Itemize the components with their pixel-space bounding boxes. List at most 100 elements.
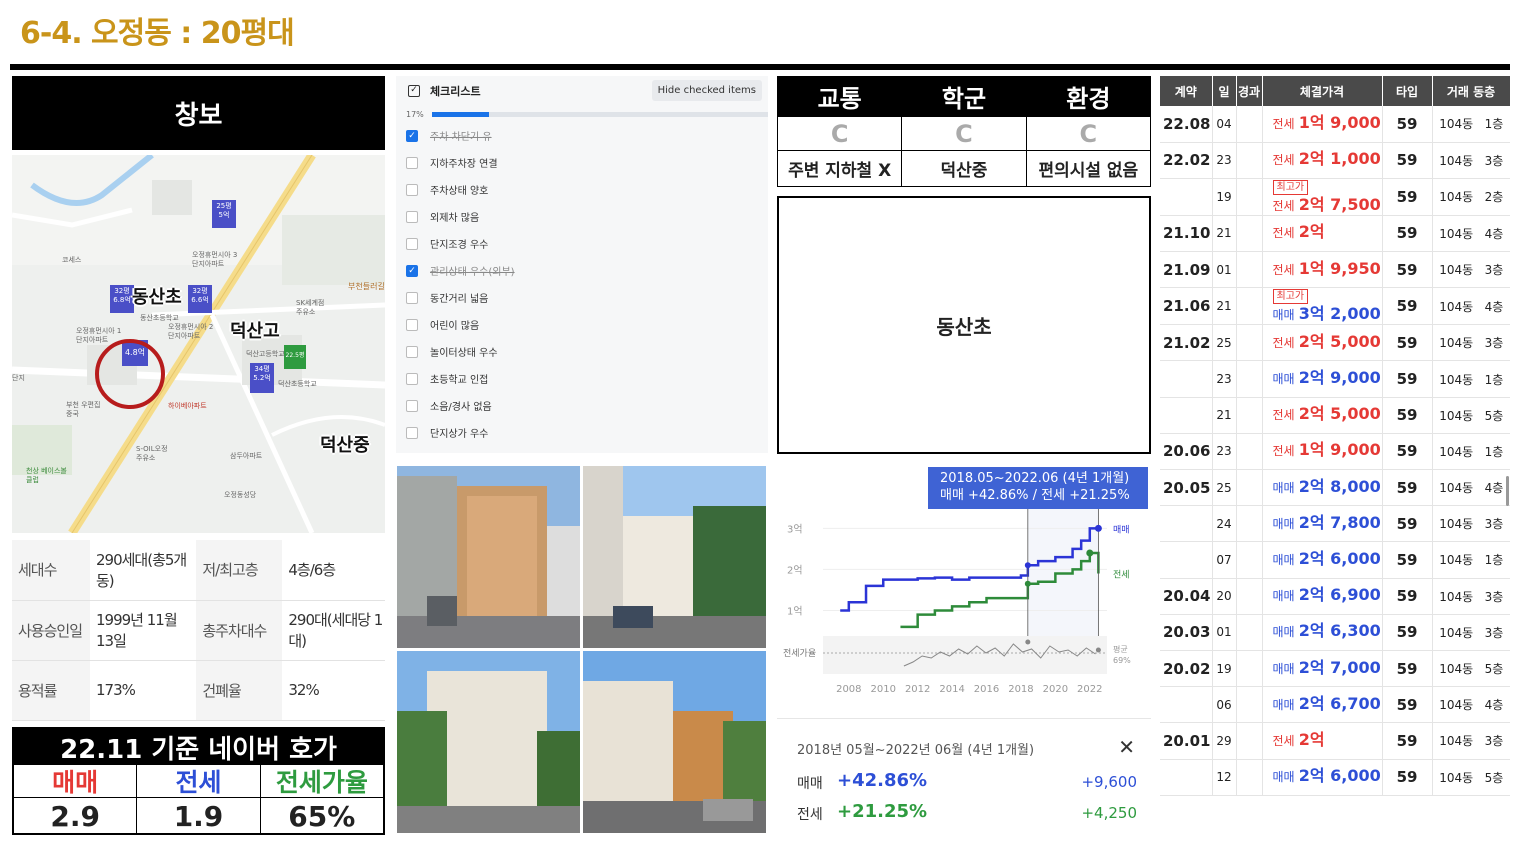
hide-checked-button[interactable]: Hide checked items bbox=[651, 80, 762, 101]
contract-month bbox=[1160, 686, 1212, 724]
transaction-row[interactable]: 21.06 21 최고가 매매 3억 2,000 59 104동 4층 bbox=[1160, 287, 1510, 326]
elapsed-cell bbox=[1235, 578, 1263, 615]
transaction-row[interactable]: 06 매매 2억 6,700 59 104동 4층 bbox=[1160, 686, 1510, 724]
unit-type: 59 bbox=[1381, 505, 1432, 543]
transaction-row[interactable]: 21.02 25 전세 2억 5,000 59 104동 3층 bbox=[1160, 324, 1510, 362]
deal-price: 2억 9,000 bbox=[1298, 368, 1381, 388]
checked-checkbox[interactable]: ✓ bbox=[406, 129, 418, 142]
contract-month bbox=[1160, 541, 1212, 579]
checklist-item[interactable]: ✓ 관리상태 우수(외부) bbox=[396, 257, 768, 284]
dong-floor: 104동 3층 bbox=[1431, 251, 1510, 289]
checkbox[interactable] bbox=[406, 318, 418, 331]
transaction-row[interactable]: 20.04 20 매매 2억 6,900 59 104동 3층 bbox=[1160, 578, 1510, 615]
transaction-row[interactable]: 20.01 29 전세 2억 59 104동 3층 bbox=[1160, 722, 1510, 760]
map-place-label: 덕산고등학교 bbox=[246, 350, 285, 358]
checklist-item[interactable]: 초등학교 인접 bbox=[396, 365, 768, 392]
transaction-row[interactable]: 22.02 23 전세 2억 1,000 59 104동 3층 bbox=[1160, 142, 1510, 179]
price-cell: 매매 2억 6,900 bbox=[1262, 578, 1382, 615]
transaction-row[interactable]: 20.06 23 전세 1억 9,000 59 104동 1층 bbox=[1160, 433, 1510, 471]
unit-type: 59 bbox=[1381, 397, 1432, 434]
unit-type: 59 bbox=[1381, 541, 1432, 579]
checklist-item[interactable]: 주차상태 양호 bbox=[396, 176, 768, 203]
map-marker[interactable]: 22.5평 bbox=[284, 345, 306, 369]
deal-price: 2억 6,900 bbox=[1298, 585, 1381, 605]
info-value: 173% bbox=[90, 660, 197, 721]
checkbox[interactable] bbox=[406, 426, 418, 439]
close-icon[interactable]: ✕ bbox=[1118, 735, 1135, 759]
apartment-photo[interactable] bbox=[583, 466, 766, 648]
checklist-item[interactable]: 동간거리 넓음 bbox=[396, 284, 768, 311]
transaction-row[interactable]: 20.05 25 매매 2억 8,000 59 104동 4층 bbox=[1160, 469, 1510, 507]
checkbox[interactable] bbox=[406, 237, 418, 250]
checkbox[interactable] bbox=[406, 183, 418, 196]
deal-price: 2억 bbox=[1298, 729, 1325, 749]
deal-price: 2억 7,800 bbox=[1298, 512, 1381, 532]
floor: 1층 bbox=[1484, 117, 1504, 132]
deal-kind: 매매 bbox=[1272, 661, 1295, 676]
transaction-row[interactable]: 20.02 19 매매 2억 7,000 59 104동 5층 bbox=[1160, 650, 1510, 688]
transaction-row[interactable]: 21.10 21 전세 2억 59 104동 4층 bbox=[1160, 215, 1510, 253]
deal-price: 2억 6,000 bbox=[1298, 766, 1381, 786]
summary-label: 매매 bbox=[797, 776, 823, 792]
scrollbar[interactable] bbox=[1506, 476, 1509, 506]
checklist-item[interactable]: ✓ 주차 차단기 유 bbox=[396, 122, 768, 149]
checklist-item-label: 관리상태 우수(외부) bbox=[430, 267, 515, 278]
transaction-row[interactable]: 12 매매 2억 6,000 59 104동 5층 bbox=[1160, 759, 1510, 796]
elapsed-cell bbox=[1235, 360, 1263, 398]
price-cell: 최고가 전세 2억 7,500 bbox=[1262, 178, 1382, 216]
transaction-row[interactable]: 24 매매 2억 7,800 59 104동 3층 bbox=[1160, 505, 1510, 543]
checklist-item[interactable]: 지하주차장 연결 bbox=[396, 149, 768, 176]
apartment-photo[interactable] bbox=[583, 651, 766, 833]
col-elapsed: 경과 bbox=[1236, 76, 1263, 106]
location-map[interactable]: 25평 5억 32평 6.8억 32평 6.6억 4.8억 34평 5.2억 22.5평… bbox=[12, 155, 385, 533]
checkbox[interactable] bbox=[406, 372, 418, 385]
x-tick-label: 2010 bbox=[871, 684, 896, 695]
elapsed-cell bbox=[1235, 722, 1263, 760]
checklist-item-label: 단지조경 우수 bbox=[430, 240, 489, 251]
map-marker[interactable]: 32평 6.8억 bbox=[110, 285, 134, 313]
checkbox[interactable] bbox=[406, 156, 418, 169]
map-marker[interactable]: 34평 5.2억 bbox=[250, 363, 274, 393]
dong-floor: 104동 4층 bbox=[1431, 287, 1510, 326]
checkbox[interactable] bbox=[406, 399, 418, 412]
elapsed-cell bbox=[1235, 142, 1263, 179]
dong: 104동 bbox=[1439, 553, 1474, 568]
transaction-row[interactable]: 20.03 01 매매 2억 6,300 59 104동 3층 bbox=[1160, 614, 1510, 651]
deal-kind: 매매 bbox=[1272, 625, 1295, 640]
transaction-row[interactable]: 22.08 04 전세 1억 9,000 59 104동 1층 bbox=[1160, 106, 1510, 143]
checklist-item[interactable]: 어린이 많음 bbox=[396, 311, 768, 338]
transaction-row[interactable]: 21.09 01 전세 1억 9,950 59 104동 3층 bbox=[1160, 251, 1510, 289]
transaction-row[interactable]: 23 매매 2억 9,000 59 104동 1층 bbox=[1160, 360, 1510, 398]
deal-price: 2억 6,300 bbox=[1298, 621, 1381, 641]
checklist-item[interactable]: 놀이터상태 우수 bbox=[396, 338, 768, 365]
map-highlight-circle bbox=[95, 339, 165, 409]
checklist-item[interactable]: 단지상가 우수 bbox=[396, 419, 768, 446]
average-label: 평균 bbox=[1113, 644, 1128, 654]
transaction-row[interactable]: 07 매매 2억 6,000 59 104동 1층 bbox=[1160, 541, 1510, 579]
ratio-band bbox=[823, 636, 1107, 674]
contract-month: 21.02 bbox=[1160, 324, 1212, 362]
floor: 1층 bbox=[1484, 553, 1504, 568]
floor: 5층 bbox=[1484, 770, 1504, 785]
checkbox[interactable] bbox=[406, 291, 418, 304]
average-value: 69% bbox=[1113, 656, 1131, 665]
checklist-item[interactable]: 단지조경 우수 bbox=[396, 230, 768, 257]
transaction-row[interactable]: 21 전세 2억 5,000 59 104동 5층 bbox=[1160, 397, 1510, 434]
checked-checkbox[interactable]: ✓ bbox=[406, 264, 418, 277]
dong: 104동 bbox=[1439, 517, 1474, 532]
dong: 104동 bbox=[1439, 408, 1474, 423]
apartment-photo[interactable] bbox=[397, 651, 580, 833]
apartment-photo[interactable] bbox=[397, 466, 580, 648]
checkbox[interactable] bbox=[406, 210, 418, 223]
dong: 104동 bbox=[1439, 481, 1474, 496]
map-marker[interactable]: 25평 5억 bbox=[212, 200, 236, 228]
deal-price: 2억 5,000 bbox=[1298, 331, 1381, 351]
map-place-label: 천상 베이스볼클럽 bbox=[26, 467, 67, 484]
map-marker[interactable]: 32평 6.6억 bbox=[188, 285, 212, 313]
checkbox[interactable] bbox=[406, 345, 418, 358]
checklist-item[interactable]: 소음/경사 없음 bbox=[396, 392, 768, 419]
transaction-row[interactable]: 19 최고가 전세 2억 7,500 59 104동 2층 bbox=[1160, 178, 1510, 216]
dong-floor: 104동 3층 bbox=[1431, 722, 1510, 760]
col-day: 일 bbox=[1212, 76, 1237, 106]
checklist-item[interactable]: 외제차 많음 bbox=[396, 203, 768, 230]
